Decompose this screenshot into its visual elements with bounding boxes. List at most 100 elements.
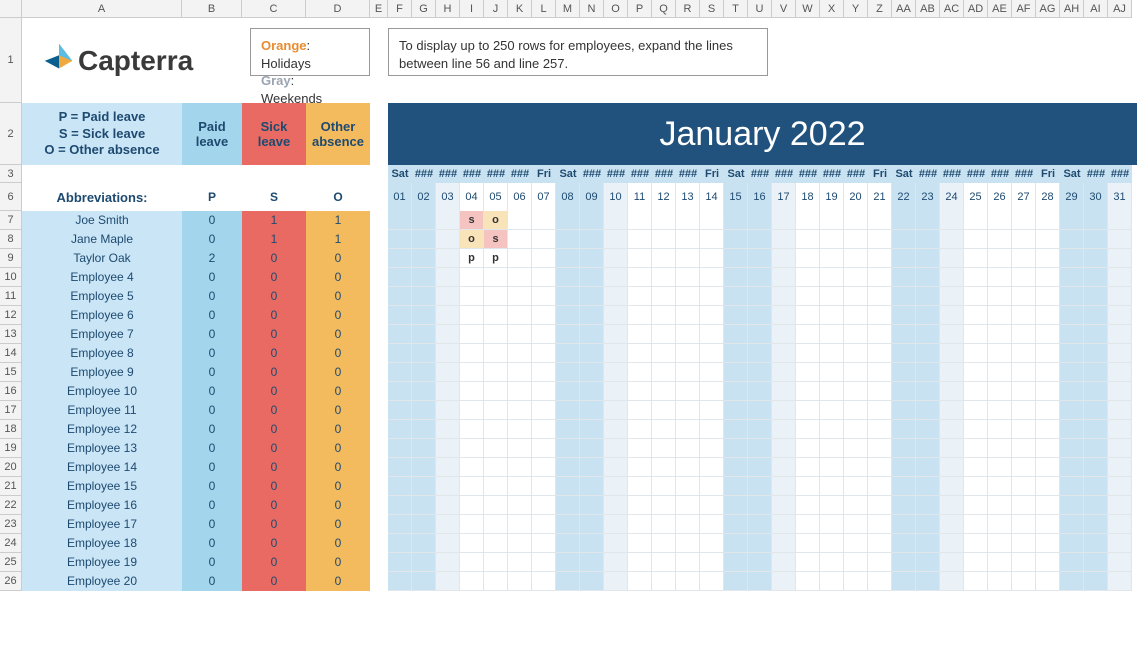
day-number-cell[interactable]: 03	[436, 183, 460, 211]
day-cell[interactable]	[1108, 268, 1132, 287]
day-number-cell[interactable]: 22	[892, 183, 916, 211]
day-cell[interactable]	[820, 287, 844, 306]
day-cell[interactable]	[412, 496, 436, 515]
day-cell[interactable]	[604, 268, 628, 287]
day-cell[interactable]	[772, 401, 796, 420]
day-cell[interactable]	[1012, 534, 1036, 553]
day-cell[interactable]	[652, 496, 676, 515]
day-cell[interactable]	[1012, 363, 1036, 382]
other-count-cell[interactable]: 0	[306, 344, 370, 363]
weekday-cell[interactable]: ###	[1012, 165, 1036, 183]
day-cell[interactable]	[988, 211, 1012, 230]
day-cell[interactable]	[892, 401, 916, 420]
day-cell[interactable]	[820, 401, 844, 420]
day-cell[interactable]	[964, 363, 988, 382]
day-cell[interactable]	[604, 344, 628, 363]
day-cell[interactable]	[892, 325, 916, 344]
day-cell[interactable]	[964, 572, 988, 591]
sick-count-cell[interactable]: 0	[242, 496, 306, 515]
row-header[interactable]: 26	[0, 572, 22, 591]
day-cell[interactable]	[892, 534, 916, 553]
day-cell[interactable]	[796, 477, 820, 496]
day-cell[interactable]	[1108, 477, 1132, 496]
day-number-cell[interactable]: 19	[820, 183, 844, 211]
day-cell[interactable]	[1012, 401, 1036, 420]
day-cell[interactable]	[1108, 553, 1132, 572]
day-cell[interactable]	[844, 496, 868, 515]
day-cell[interactable]	[484, 268, 508, 287]
day-cell[interactable]	[988, 306, 1012, 325]
day-number-cell[interactable]: 21	[868, 183, 892, 211]
day-cell[interactable]	[748, 534, 772, 553]
day-cell[interactable]	[820, 420, 844, 439]
day-cell[interactable]: p	[484, 249, 508, 268]
paid-count-cell[interactable]: 0	[182, 306, 242, 325]
day-cell[interactable]	[868, 325, 892, 344]
day-cell[interactable]	[868, 363, 892, 382]
day-cell[interactable]	[820, 439, 844, 458]
day-cell[interactable]	[1060, 553, 1084, 572]
day-cell[interactable]	[1084, 325, 1108, 344]
day-number-cell[interactable]: 26	[988, 183, 1012, 211]
day-cell[interactable]	[532, 230, 556, 249]
paid-count-cell[interactable]: 0	[182, 477, 242, 496]
row-header[interactable]: 2	[0, 103, 22, 165]
day-cell[interactable]	[556, 211, 580, 230]
row-header[interactable]: 19	[0, 439, 22, 458]
day-cell[interactable]	[556, 553, 580, 572]
day-number-cell[interactable]: 07	[532, 183, 556, 211]
employee-name-cell[interactable]: Employee 14	[22, 458, 182, 477]
day-cell[interactable]	[676, 477, 700, 496]
other-count-cell[interactable]: 0	[306, 420, 370, 439]
day-cell[interactable]	[508, 249, 532, 268]
day-cell[interactable]	[940, 344, 964, 363]
day-number-cell[interactable]: 18	[796, 183, 820, 211]
day-cell[interactable]	[1060, 363, 1084, 382]
day-cell[interactable]	[508, 363, 532, 382]
day-cell[interactable]	[580, 534, 604, 553]
day-cell[interactable]	[772, 325, 796, 344]
day-cell[interactable]	[556, 401, 580, 420]
other-count-cell[interactable]: 0	[306, 325, 370, 344]
day-cell[interactable]	[892, 268, 916, 287]
day-cell[interactable]	[628, 553, 652, 572]
day-cell[interactable]	[700, 249, 724, 268]
day-cell[interactable]	[916, 363, 940, 382]
row-header[interactable]: 7	[0, 211, 22, 230]
day-cell[interactable]	[388, 553, 412, 572]
day-cell[interactable]	[748, 420, 772, 439]
day-cell[interactable]	[916, 477, 940, 496]
day-cell[interactable]	[772, 572, 796, 591]
day-cell[interactable]	[964, 515, 988, 534]
day-cell[interactable]	[580, 553, 604, 572]
day-cell[interactable]	[556, 439, 580, 458]
day-cell[interactable]	[508, 230, 532, 249]
day-cell[interactable]	[1108, 344, 1132, 363]
day-cell[interactable]	[580, 363, 604, 382]
day-cell[interactable]	[916, 249, 940, 268]
employee-name-cell[interactable]: Jane Maple	[22, 230, 182, 249]
weekday-cell[interactable]: Sat	[388, 165, 412, 183]
col-header[interactable]: AI	[1084, 0, 1108, 18]
row-header[interactable]: 15	[0, 363, 22, 382]
day-cell[interactable]	[556, 477, 580, 496]
day-cell[interactable]	[916, 458, 940, 477]
day-cell[interactable]	[1108, 363, 1132, 382]
col-header[interactable]: W	[796, 0, 820, 18]
weekday-cell[interactable]: ###	[988, 165, 1012, 183]
day-cell[interactable]	[676, 211, 700, 230]
day-cell[interactable]	[772, 534, 796, 553]
day-cell[interactable]	[556, 306, 580, 325]
day-cell[interactable]	[772, 249, 796, 268]
day-cell[interactable]	[844, 515, 868, 534]
day-cell[interactable]	[748, 572, 772, 591]
weekday-cell[interactable]: ###	[1084, 165, 1108, 183]
day-cell[interactable]	[1084, 211, 1108, 230]
other-count-cell[interactable]: 1	[306, 230, 370, 249]
day-cell[interactable]	[964, 553, 988, 572]
day-cell[interactable]	[988, 420, 1012, 439]
day-cell[interactable]	[1036, 363, 1060, 382]
day-cell[interactable]	[988, 458, 1012, 477]
day-cell[interactable]	[724, 287, 748, 306]
col-header[interactable]: V	[772, 0, 796, 18]
